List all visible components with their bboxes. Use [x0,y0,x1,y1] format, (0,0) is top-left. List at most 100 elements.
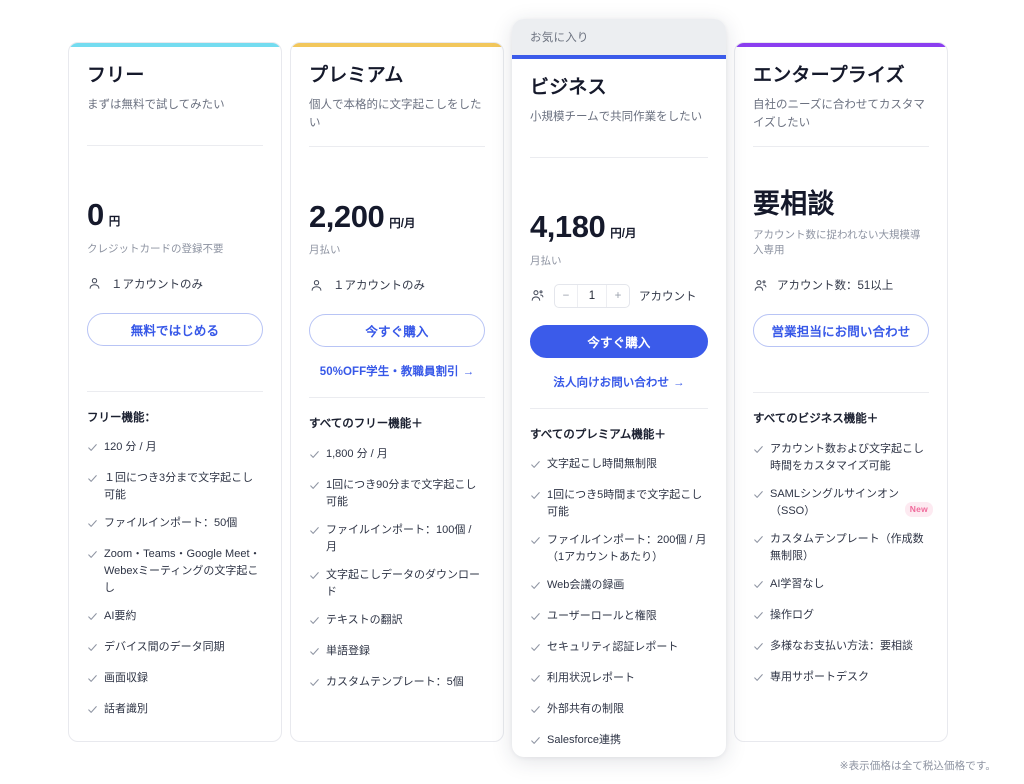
check-icon [87,549,97,566]
feature-text: 外部共有の制限 [547,703,624,716]
plan-sub-link-premium[interactable]: 50%OFF学生・教職員割引 → [309,363,485,379]
feature-item: デバイス間のデータ同期 [87,639,263,659]
check-icon [753,672,763,689]
favorite-tab-business[interactable]: お気に入り [512,19,726,55]
stepper-increment-button[interactable]: + [607,285,629,307]
feature-text: 文字起こしデータのダウンロード [326,568,480,598]
plan-card-free[interactable]: フリー まずは無料で試してみたい 0 円クレジットカードの登録不要 １アカウントのみ 無料… [68,42,282,742]
feature-text: 画面収録 [104,672,148,685]
plan-seats-label-enterprise: アカウント数：51以上 [777,280,894,293]
feature-item: ユーザーロールと権限 [530,608,708,628]
plan-cta-wrap-free: 無料ではじめる [69,312,281,373]
feature-item: Zoom・Teams・Google Meet・Webexミーティングの文字起こし [87,546,263,597]
check-icon [530,611,540,628]
plan-tagline-free: まずは無料で試してみたい [87,98,225,111]
feature-text: 1回につき5時間まで文字起こし可能 [547,488,703,518]
feature-item: AI学習なし [753,576,929,596]
plan-cta-button-business[interactable]: 今すぐ購入 [530,324,708,358]
feature-item: 1,800 分 / 月 [309,446,485,466]
feature-text: Web会議の録画 [547,579,625,592]
plan-price-unit-premium: 円/月 [389,217,416,230]
pricing-plan-grid: フリー まずは無料で試してみたい 0 円クレジットカードの登録不要 １アカウントのみ 無料… [68,14,956,757]
feature-text: Salesforce連携 [547,734,621,747]
plan-card-enterprise[interactable]: エンタープライズ 自社のニーズに合わせてカスタマイズしたい 要相談 アカウント数に捉わ… [734,42,948,742]
feature-text: 操作ログ [770,608,814,621]
plan-features-business: すべてのプレミアム機能＋ 文字起こし時間無制限 1回につき5時間まで文字起こし可能フ… [512,427,726,757]
feature-text: 多様なお支払い方法：要相談 [770,639,913,652]
plan-card-slot-business: お気に入り ビジネス 小規模チームで共同作業をしたい 4,180 円/月 月払い −1 + アカ… [512,14,734,757]
check-icon [753,534,763,551]
plan-sub-link-label-business: 法人向けお問い合わせ [553,376,669,389]
plan-seats-row-free: １アカウントのみ [69,271,281,297]
check-icon [309,525,319,542]
plan-header-enterprise: エンタープライズ自社のニーズに合わせてカスタマイズしたい [735,65,947,132]
plan-card-premium[interactable]: プレミアム 個人で本格的に文字起こしをしたい 2,200 円/月 月払い １アカウントのみ… [290,42,504,742]
plan-sub-link-business[interactable]: 法人向けお問い合わせ → [530,374,708,390]
check-icon [753,489,763,506]
plan-seats-row-business: −1 + アカウント [512,283,726,309]
feature-text: 単語登録 [326,644,370,657]
feature-text: 文字起こし時間無制限 [547,457,657,470]
feature-text: ユーザーロールと権限 [547,610,657,623]
plan-features-title-business: すべてのプレミアム機能＋ [530,428,666,441]
feature-item: １回につき3分まで文字起こし可能 [87,470,263,504]
feature-item: 1回につき90分まで文字起こし可能 [309,477,485,511]
feature-item: 操作ログ [753,607,929,627]
check-icon [753,579,763,596]
plan-name-business: ビジネス [530,77,607,98]
plan-seats-row-premium: １アカウントのみ [291,272,503,298]
stepper-value[interactable]: 1 [577,284,607,307]
feature-text: SAMLシングルサインオン（SSO） [770,487,899,517]
person-icon [309,278,324,293]
stepper-decrement-button[interactable]: − [555,285,577,307]
account-quantity-stepper[interactable]: −1 + [554,283,630,308]
check-icon [309,449,319,466]
plan-name-enterprise: エンタープライズ [753,65,905,86]
feature-text: １回につき3分まで文字起こし可能 [104,471,254,501]
tax-footnote: ※表示価格は全て税込価格です。 [839,760,996,772]
check-icon [753,610,763,627]
plan-divider-features-enterprise [753,392,929,394]
feature-text: 専用サポートデスク [770,670,869,683]
check-icon [753,641,763,658]
feature-item: AI要約 [87,608,263,628]
feature-text: 1,800 分 / 月 [326,447,388,460]
plan-divider-features-premium [309,397,485,399]
plan-price-premium: 2,200 [309,198,385,234]
check-icon [530,580,540,597]
feature-item: 利用状況レポート [530,670,708,690]
check-icon [309,480,319,497]
pricing-page: フリー まずは無料で試してみたい 0 円クレジットカードの登録不要 １アカウントのみ 無料… [0,0,1024,784]
plan-name-premium: プレミアム [309,65,404,86]
check-icon [309,570,319,587]
plan-price-block-business: 4,180 円/月 月払い [512,158,726,270]
feature-item: ファイルインポート：50個 [87,515,263,535]
feature-item: 120 分 / 月 [87,439,263,459]
arrow-right-icon: → [673,376,685,389]
plan-card-business[interactable]: お気に入り ビジネス 小規模チームで共同作業をしたい 4,180 円/月 月払い −1 + アカ… [512,19,726,757]
plan-cta-spacer-free [87,346,263,373]
plan-seats-label-free: １アカウントのみ [111,278,203,291]
feature-item: 外部共有の制限 [530,701,708,721]
plan-price-free: 0 [87,197,104,233]
feature-text: テキストの翻訳 [326,613,403,626]
plan-cta-button-premium[interactable]: 今すぐ購入 [309,314,485,348]
check-icon [87,673,97,690]
plan-features-free: フリー機能： 120 分 / 月 １回につき3分まで文字起こし可能ファイルインポート… [69,410,281,722]
feature-text: AI要約 [104,610,137,623]
feature-item: Salesforce連携 [530,732,708,752]
plan-features-title-enterprise: すべてのビジネス機能＋ [753,413,879,426]
plan-tagline-enterprise: 自社のニーズに合わせてカスタマイズしたい [753,98,925,129]
plan-cta-wrap-business: 今すぐ購入法人向けお問い合わせ → [512,324,726,390]
plan-features-premium: すべてのフリー機能＋ 1,800 分 / 月 1回につき90分まで文字起こし可能 ファ… [291,416,503,694]
plan-cta-button-enterprise[interactable]: 営業担当にお問い合わせ [753,314,929,348]
plan-header-free: フリー まずは無料で試してみたい [69,65,281,131]
plan-divider-features-business [530,407,708,409]
feature-item: Web会議の録画 [530,577,708,597]
plan-cta-button-free[interactable]: 無料ではじめる [87,312,263,346]
feature-item: 単語登録 [309,643,485,663]
plan-price-unit-business: 円/月 [610,228,637,241]
feature-item: 専用サポートデスク [753,669,929,689]
feature-item: セキュリティ認証レポート [530,639,708,659]
plan-features-title-free: フリー機能： [87,411,156,424]
